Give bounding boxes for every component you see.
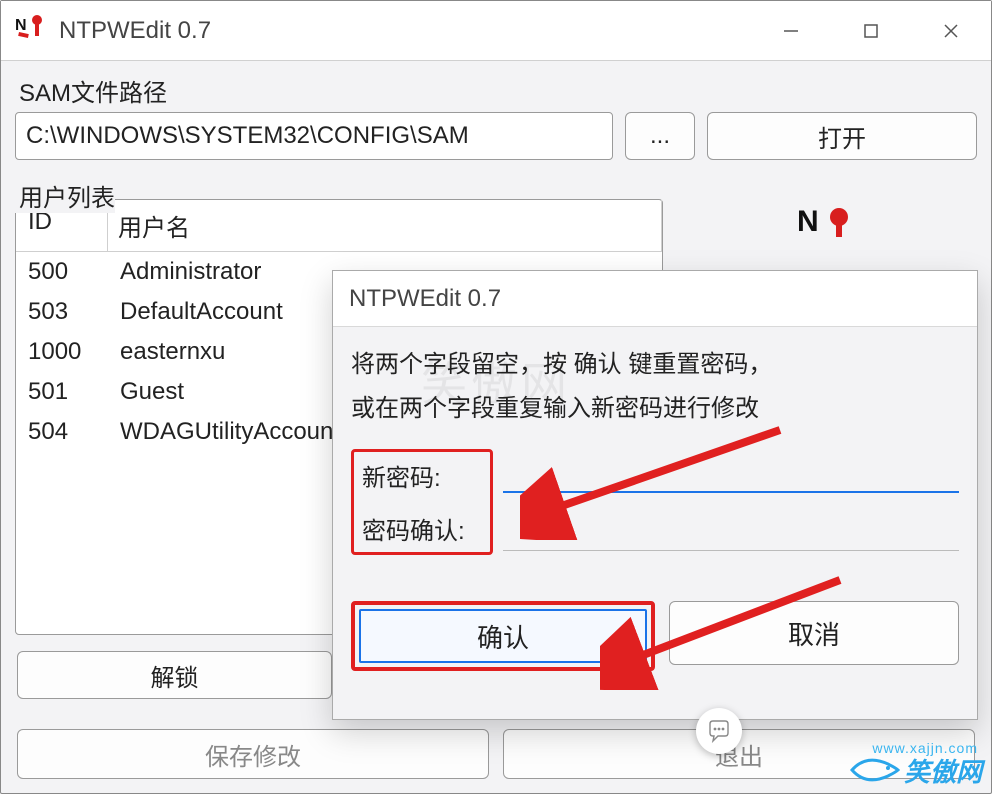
browse-button[interactable]: ... bbox=[625, 112, 695, 160]
dialog-instruction-line1: 将两个字段留空，按 确认 键重置密码， bbox=[351, 351, 772, 378]
cell-id: 500 bbox=[16, 252, 108, 292]
open-button-label: 打开 bbox=[818, 119, 866, 154]
watermark-url: www.xajjn.com bbox=[872, 740, 978, 756]
window-controls bbox=[751, 2, 991, 60]
confirm-password-input[interactable] bbox=[503, 511, 959, 551]
titlebar: N NTPWEdit 0.7 bbox=[1, 1, 991, 61]
cancel-button[interactable]: 取消 bbox=[669, 601, 959, 665]
new-password-label: 新密码: bbox=[362, 458, 482, 493]
unlock-button-label: 解锁 bbox=[151, 658, 199, 693]
bottom-row: 保存修改 退出 bbox=[15, 725, 977, 789]
password-labels-highlight: 新密码: 密码确认: bbox=[351, 449, 493, 555]
browse-button-label: ... bbox=[650, 122, 670, 150]
close-button[interactable] bbox=[911, 2, 991, 60]
svg-text:N: N bbox=[797, 205, 819, 238]
svg-text:N: N bbox=[15, 17, 27, 34]
window-title: NTPWEdit 0.7 bbox=[59, 17, 751, 45]
sam-row: C:\WINDOWS\SYSTEM32\CONFIG\SAM ... 打开 bbox=[15, 112, 977, 160]
sam-path-value: C:\WINDOWS\SYSTEM32\CONFIG\SAM bbox=[26, 122, 469, 150]
dialog-body: 将两个字段留空，按 确认 键重置密码， 或在两个字段重复输入新密码进行修改 新密… bbox=[333, 327, 977, 687]
cancel-button-label: 取消 bbox=[788, 615, 840, 652]
sam-path-input[interactable]: C:\WINDOWS\SYSTEM32\CONFIG\SAM bbox=[15, 112, 613, 160]
confirm-password-label: 密码确认: bbox=[362, 511, 482, 546]
save-button-label: 保存修改 bbox=[205, 737, 301, 772]
cell-id: 1000 bbox=[16, 332, 108, 372]
open-button[interactable]: 打开 bbox=[707, 112, 977, 160]
side-logo-icon: N bbox=[797, 203, 857, 253]
unlock-button[interactable]: 解锁 bbox=[17, 651, 332, 699]
save-button[interactable]: 保存修改 bbox=[17, 729, 489, 779]
app-icon: N bbox=[11, 12, 51, 50]
maximize-button[interactable] bbox=[831, 2, 911, 60]
cell-id: 504 bbox=[16, 412, 108, 452]
password-dialog: NTPWEdit 0.7 将两个字段留空，按 确认 键重置密码， 或在两个字段重… bbox=[332, 270, 978, 720]
password-fields: 新密码: 密码确认: bbox=[351, 449, 959, 555]
ok-button-label: 确认 bbox=[477, 618, 529, 655]
cell-id: 501 bbox=[16, 372, 108, 412]
dialog-buttons: 确认 取消 bbox=[351, 601, 959, 671]
userlist-title: 用户列表 bbox=[15, 178, 115, 213]
dialog-instruction-line2: 或在两个字段重复输入新密码进行修改 bbox=[351, 395, 759, 422]
minimize-button[interactable] bbox=[751, 2, 831, 60]
chat-overlay-icon bbox=[696, 708, 742, 754]
new-password-input[interactable] bbox=[503, 453, 959, 493]
col-user-header[interactable]: 用户名 bbox=[108, 200, 662, 251]
cell-id: 503 bbox=[16, 292, 108, 332]
dialog-instruction: 将两个字段留空，按 确认 键重置密码， 或在两个字段重复输入新密码进行修改 bbox=[351, 343, 959, 431]
ok-button-highlight: 确认 bbox=[351, 601, 655, 671]
dialog-title: NTPWEdit 0.7 bbox=[333, 271, 977, 327]
sam-path-label: SAM文件路径 bbox=[15, 73, 977, 108]
password-inputs bbox=[503, 449, 959, 555]
ok-button[interactable]: 确认 bbox=[359, 609, 647, 663]
